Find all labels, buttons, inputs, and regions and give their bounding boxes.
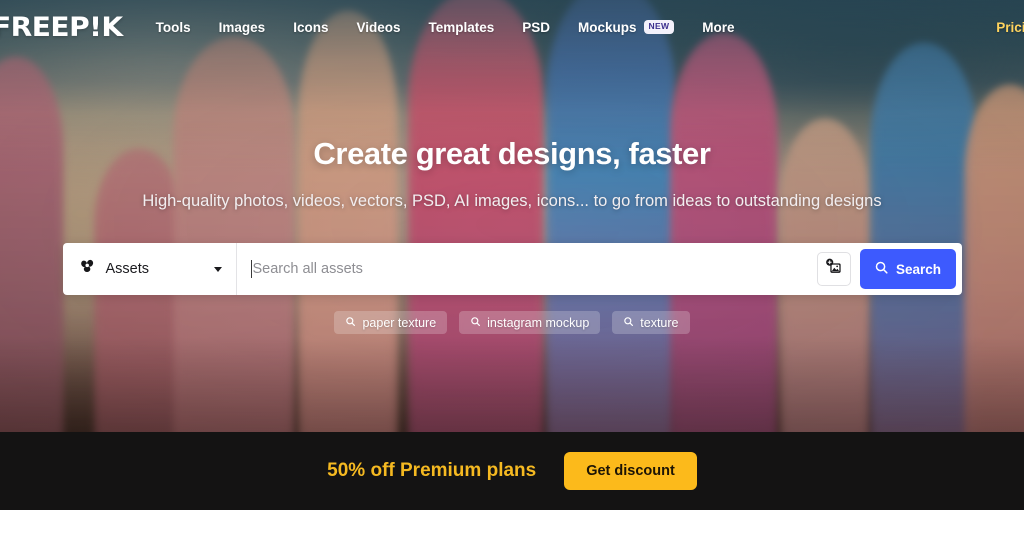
assets-shapes-icon xyxy=(79,258,96,280)
search-button-label: Search xyxy=(895,261,942,277)
promo-banner: 50% off Premium plans Get discount xyxy=(0,432,1024,510)
search-input[interactable]: Search all assets xyxy=(237,243,817,295)
page-body-below-banner xyxy=(0,510,1024,538)
hero-content: Create great designs, faster High-qualit… xyxy=(0,0,1024,432)
freepik-logo[interactable]: FREEP!K xyxy=(0,14,123,41)
nav-item-icons[interactable]: Icons xyxy=(293,20,328,35)
suggestion-chip-label: texture xyxy=(640,315,679,330)
search-icon xyxy=(623,316,634,330)
get-discount-button[interactable]: Get discount xyxy=(564,452,697,490)
nav-item-pricing[interactable]: Pricing xyxy=(996,20,1024,35)
image-search-button[interactable] xyxy=(816,252,851,286)
nav-item-label: Tools xyxy=(155,19,191,35)
suggestion-chip-label: instagram mockup xyxy=(487,315,590,330)
search-suggestions: paper texture instagram mockup texture xyxy=(334,311,690,334)
nav-item-images[interactable]: Images xyxy=(219,20,266,35)
nav-item-templates[interactable]: Templates xyxy=(428,20,494,35)
nav-item-more[interactable]: More xyxy=(702,20,734,35)
nav-item-label: Mockups xyxy=(578,19,637,35)
promo-text: 50% off Premium plans xyxy=(327,460,537,481)
nav-item-tools[interactable]: Tools xyxy=(156,20,191,35)
chevron-down-icon xyxy=(213,266,222,272)
nav-right-group: Pricing xyxy=(996,20,1024,35)
hero-title: Create great designs, faster xyxy=(313,136,711,171)
hero-subtitle: High-quality photos, videos, vectors, PS… xyxy=(142,192,882,210)
search-input-placeholder: Search all assets xyxy=(252,261,363,277)
nav-item-label: More xyxy=(702,19,735,35)
text-cursor xyxy=(250,260,252,278)
search-icon xyxy=(470,316,481,330)
nav-item-label: Icons xyxy=(293,19,329,35)
nav-item-videos[interactable]: Videos xyxy=(356,20,400,35)
suggestion-chip-label: paper texture xyxy=(362,315,437,330)
new-badge: NEW xyxy=(643,20,675,34)
hero-section: FREEP!K Tools Images Icons Videos Templa… xyxy=(0,0,1024,432)
asset-type-value: Assets xyxy=(105,261,150,277)
nav-links: Tools Images Icons Videos Templates PSD … xyxy=(156,20,735,35)
suggestion-chip-instagram-mockup[interactable]: instagram mockup xyxy=(459,311,601,334)
nav-item-label: Images xyxy=(218,19,266,35)
asset-type-dropdown[interactable]: Assets xyxy=(63,243,237,295)
nav-item-psd[interactable]: PSD xyxy=(522,20,550,35)
nav-item-label: Videos xyxy=(356,19,401,35)
suggestion-chip-texture[interactable]: texture xyxy=(612,311,690,334)
search-button[interactable]: Search xyxy=(859,249,956,289)
nav-item-label: PSD xyxy=(522,19,551,35)
search-icon xyxy=(345,316,356,330)
add-image-icon xyxy=(824,257,843,281)
nav-item-label: Templates xyxy=(428,19,495,35)
nav-item-mockups[interactable]: Mockups NEW xyxy=(578,19,675,35)
search-bar: Assets Search all assets Search xyxy=(62,243,962,295)
search-icon xyxy=(874,260,889,278)
top-navigation-bar: FREEP!K Tools Images Icons Videos Templa… xyxy=(0,0,1024,54)
suggestion-chip-paper-texture[interactable]: paper texture xyxy=(334,311,448,334)
